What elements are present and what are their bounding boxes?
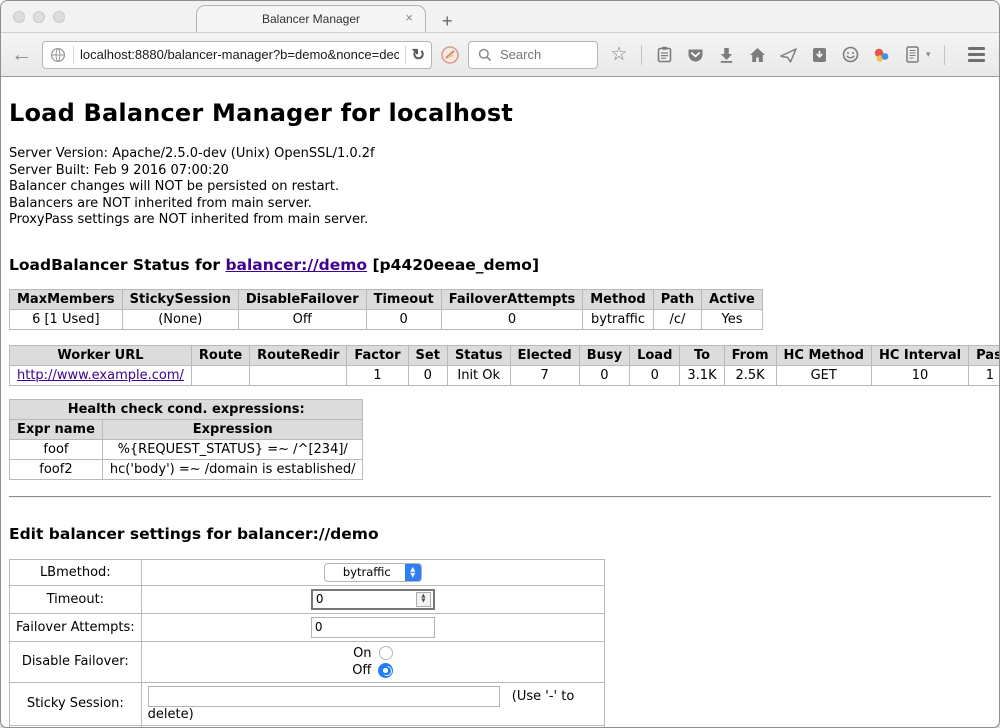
search-icon bbox=[476, 46, 494, 64]
timeout-label: Timeout: bbox=[10, 585, 142, 613]
close-window-button[interactable] bbox=[13, 11, 25, 23]
add-worker-row: Add New Worker: Are you sure? bbox=[10, 725, 605, 727]
new-tab-button[interactable]: + bbox=[442, 12, 453, 30]
notice-persist: Balancer changes will NOT be persisted o… bbox=[9, 179, 991, 196]
search-input[interactable] bbox=[500, 47, 590, 62]
radio-off-label: Off bbox=[352, 662, 371, 679]
worker-url-link[interactable]: http://www.example.com/ bbox=[17, 368, 184, 383]
pocket-icon[interactable] bbox=[686, 46, 704, 64]
table-row: 6 [1 Used] (None) Off 0 0 bytraffic /c/ … bbox=[10, 309, 763, 329]
notice-proxypass: ProxyPass settings are NOT inherited fro… bbox=[9, 212, 991, 229]
clipboard-icon[interactable] bbox=[655, 46, 673, 64]
col-active: Active bbox=[702, 289, 763, 309]
reader-download-icon[interactable] bbox=[810, 46, 828, 64]
number-spinner-icon[interactable]: ▲▼ bbox=[416, 592, 431, 607]
download-icon[interactable] bbox=[717, 46, 735, 64]
server-info: Server Version: Apache/2.5.0-dev (Unix) … bbox=[9, 146, 991, 229]
minimize-window-button[interactable] bbox=[33, 11, 45, 23]
sticky-session-row: Sticky Session: (Use '-' to delete) bbox=[10, 682, 605, 725]
globe-icon bbox=[49, 46, 67, 64]
content-blocked-icon[interactable] bbox=[440, 45, 460, 65]
search-bar[interactable] bbox=[468, 41, 598, 69]
col-stickysession: StickySession bbox=[122, 289, 238, 309]
health-table-title: Health check cond. expressions: bbox=[10, 399, 363, 419]
timeout-row: Timeout: ▲▼ bbox=[10, 585, 605, 613]
navigation-toolbar: ← localhost:8880/balancer-manager?b=demo… bbox=[1, 32, 999, 77]
select-stepper-icon: ▲▼ bbox=[405, 563, 421, 582]
status-heading-suffix: [p4420eeae_demo] bbox=[367, 256, 539, 274]
edit-settings-heading: Edit balancer settings for balancer://de… bbox=[9, 525, 991, 543]
toolbar-separator bbox=[641, 45, 642, 65]
table-row: foof %{REQUEST_STATUS} =~ /^[234]/ bbox=[10, 439, 363, 459]
page-title: Load Balancer Manager for localhost bbox=[9, 77, 991, 127]
tab-close-icon[interactable]: × bbox=[405, 10, 413, 25]
table-header-row: Expr name Expression bbox=[10, 419, 363, 439]
failover-attempts-input[interactable] bbox=[311, 617, 435, 638]
tab-title: Balancer Manager bbox=[262, 12, 360, 26]
disable-failover-label: Disable Failover: bbox=[10, 641, 142, 682]
sticky-session-input[interactable] bbox=[148, 686, 500, 707]
lbmethod-select[interactable]: bytraffic ▲▼ bbox=[324, 563, 422, 582]
urlbar-separator2 bbox=[405, 46, 406, 64]
notice-inherit: Balancers are NOT inherited from main se… bbox=[9, 196, 991, 213]
lbmethod-selected-value: bytraffic bbox=[325, 565, 405, 579]
tab-balancer-manager[interactable]: Balancer Manager × bbox=[196, 5, 426, 32]
col-worker-url: Worker URL bbox=[10, 345, 192, 365]
table-header-row: Worker URL Route RouteRedir Factor Set S… bbox=[10, 345, 1000, 365]
reload-icon[interactable]: ↻ bbox=[412, 45, 425, 65]
home-icon[interactable] bbox=[748, 46, 766, 64]
toolbar-icons: ☆ bbox=[610, 45, 1000, 65]
zoom-window-button[interactable] bbox=[53, 11, 65, 23]
col-timeout: Timeout bbox=[366, 289, 441, 309]
table-row: foof2 hc('body') =~ /domain is establish… bbox=[10, 459, 363, 479]
browser-window: Balancer Manager × + ← localhost:8880/ba… bbox=[0, 0, 1000, 728]
url-bar[interactable]: localhost:8880/balancer-manager?b=demo&n… bbox=[42, 41, 432, 69]
failover-attempts-row: Failover Attempts: bbox=[10, 613, 605, 641]
col-expression: Expression bbox=[102, 419, 363, 439]
send-icon[interactable] bbox=[779, 46, 797, 64]
window-controls[interactable] bbox=[13, 11, 65, 23]
tab-bar: Balancer Manager × + bbox=[1, 1, 999, 32]
table-row: http://www.example.com/ 1 0 Init Ok 7 0 … bbox=[10, 365, 1000, 385]
worker-table: Worker URL Route RouteRedir Factor Set S… bbox=[9, 345, 999, 386]
notes-icon[interactable] bbox=[903, 46, 921, 64]
balancer-status-table: MaxMembers StickySession DisableFailover… bbox=[9, 289, 763, 330]
radio-on-label: On bbox=[353, 645, 371, 662]
balancer-demo-link[interactable]: balancer://demo bbox=[225, 256, 367, 274]
toolbar-separator2 bbox=[944, 45, 945, 65]
status-heading-prefix: LoadBalancer Status for bbox=[9, 256, 225, 274]
divider bbox=[9, 496, 991, 498]
server-version: Server Version: Apache/2.5.0-dev (Unix) … bbox=[9, 146, 991, 163]
sticky-session-label: Sticky Session: bbox=[10, 682, 142, 725]
radio-off[interactable] bbox=[378, 663, 393, 678]
timeout-input[interactable] bbox=[313, 592, 416, 606]
smiley-icon[interactable] bbox=[841, 46, 859, 64]
menu-button[interactable] bbox=[968, 47, 985, 62]
bookmark-star-icon[interactable]: ☆ bbox=[610, 46, 628, 64]
back-button[interactable]: ← bbox=[11, 43, 32, 67]
chevron-down-icon[interactable]: ▾ bbox=[926, 49, 931, 60]
table-header-row: MaxMembers StickySession DisableFailover… bbox=[10, 289, 763, 309]
col-method: Method bbox=[583, 289, 653, 309]
health-check-table: Health check cond. expressions: Expr nam… bbox=[9, 399, 363, 480]
url-input[interactable]: localhost:8880/balancer-manager?b=demo&n… bbox=[80, 47, 399, 62]
failover-attempts-label: Failover Attempts: bbox=[10, 613, 142, 641]
server-built: Server Built: Feb 9 2016 07:00:20 bbox=[9, 163, 991, 180]
status-heading: LoadBalancer Status for balancer://demo … bbox=[9, 256, 991, 274]
add-worker-label: Add New Worker: bbox=[10, 725, 142, 727]
radio-on[interactable] bbox=[379, 646, 393, 660]
col-path: Path bbox=[653, 289, 701, 309]
balancer-settings-form: LBmethod: bytraffic ▲▼ Timeout: ▲▼ bbox=[9, 559, 605, 728]
col-disablefailover: DisableFailover bbox=[238, 289, 366, 309]
urlbar-separator bbox=[73, 46, 74, 64]
col-expr-name: Expr name bbox=[10, 419, 103, 439]
col-maxmembers: MaxMembers bbox=[10, 289, 123, 309]
lbmethod-row: LBmethod: bytraffic ▲▼ bbox=[10, 559, 605, 585]
timeout-input-wrap: ▲▼ bbox=[311, 589, 435, 610]
color-palette-icon[interactable] bbox=[872, 46, 890, 64]
page-content: Load Balancer Manager for localhost Serv… bbox=[1, 77, 999, 727]
disable-failover-row: Disable Failover: On Off bbox=[10, 641, 605, 682]
lbmethod-label: LBmethod: bbox=[10, 559, 142, 585]
col-failoverattempts: FailoverAttempts bbox=[441, 289, 583, 309]
